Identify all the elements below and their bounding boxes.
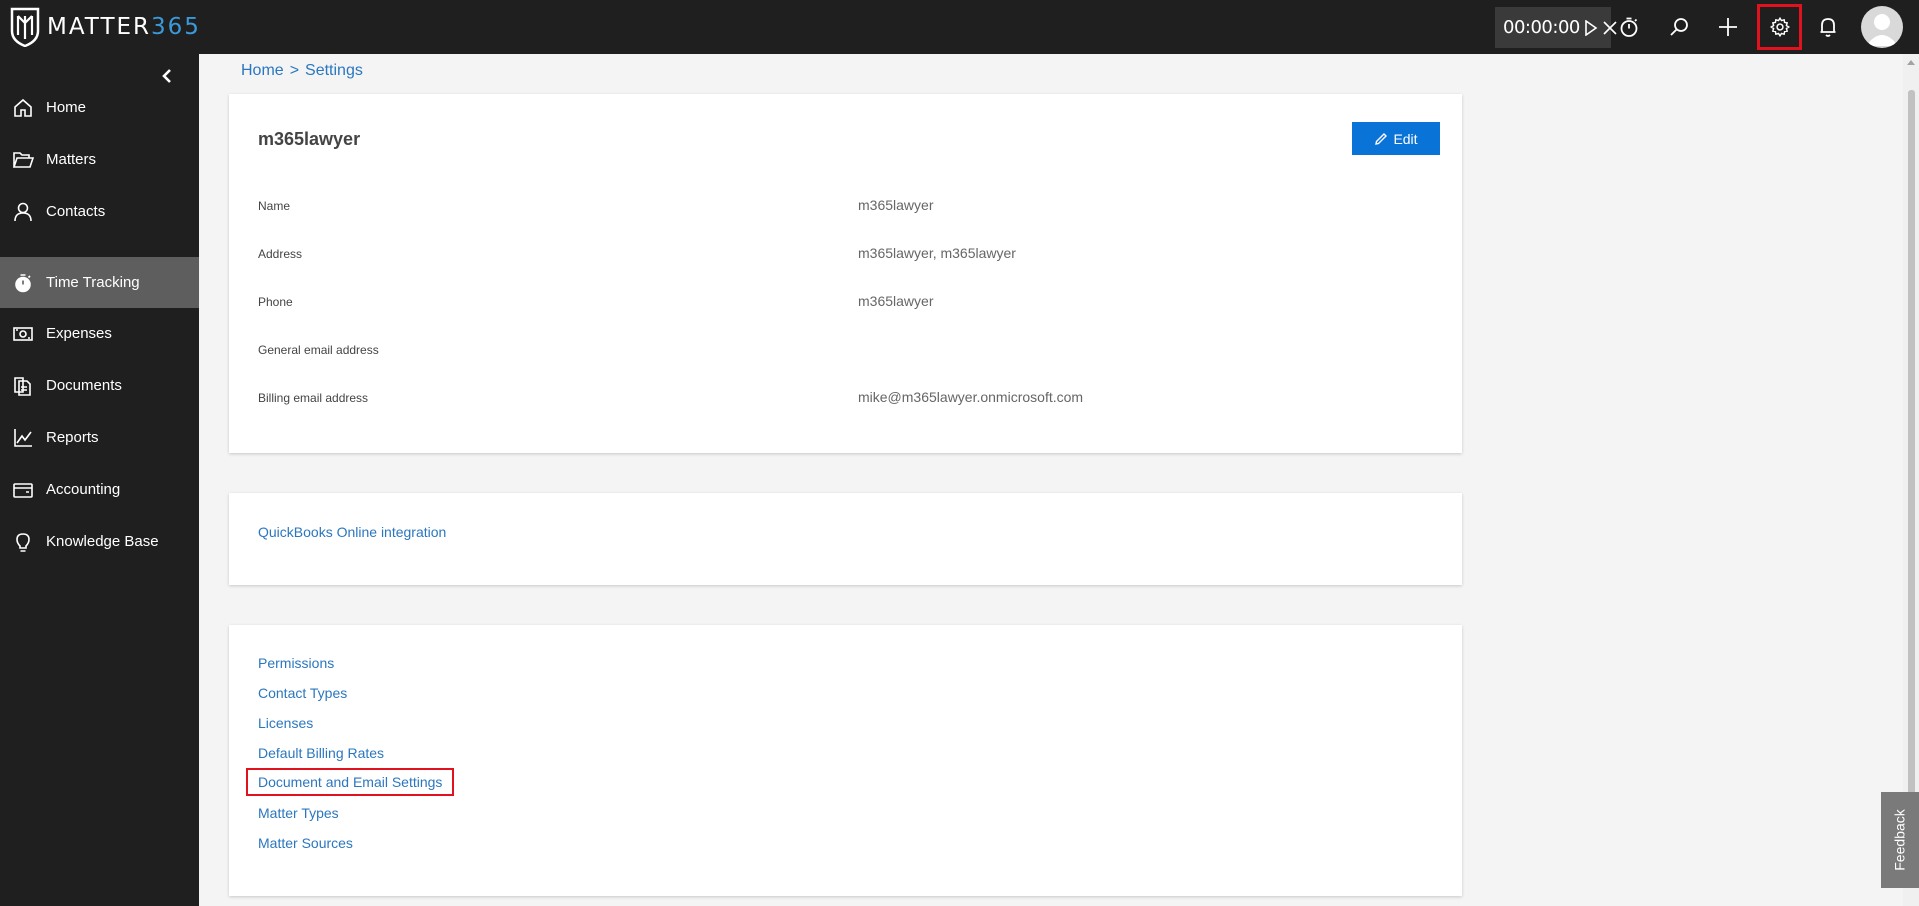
breadcrumb-current[interactable]: Settings [305, 62, 363, 79]
top-bar: MATTER365 00:00:00 [0, 0, 1919, 54]
contact-types-link[interactable]: Contact Types [258, 685, 347, 701]
breadcrumb-separator: > [289, 62, 300, 79]
sidebar-item-time-tracking[interactable]: Time Tracking [0, 257, 199, 308]
avatar[interactable] [1861, 6, 1903, 48]
field-value-billing-email: mike@m365lawyer.onmicrosoft.com [858, 389, 1084, 405]
chart-icon [11, 426, 35, 450]
field-label-name: Name [258, 199, 291, 213]
stopwatch-icon [11, 271, 35, 295]
sidebar-item-contacts[interactable]: Contacts [0, 186, 199, 237]
bell-icon[interactable] [1811, 10, 1845, 44]
scroll-up-arrow-icon[interactable] [1907, 60, 1915, 65]
stopwatch-icon[interactable] [1612, 10, 1646, 44]
sidebar-item-label: Reports [46, 429, 99, 446]
sidebar-item-label: Matters [46, 151, 97, 168]
lightbulb-icon [11, 530, 35, 554]
document-and-email-settings-link[interactable]: Document and Email Settings [245, 768, 455, 796]
wallet-icon [11, 478, 35, 502]
person-icon [11, 200, 35, 224]
organization-card: m365lawyer Edit Name m365lawyer Address … [229, 94, 1462, 453]
home-icon [11, 96, 35, 120]
logo-word-365: 365 [151, 14, 201, 40]
field-label-billing-email: Billing email address [258, 391, 369, 405]
timer-widget: 00:00:00 [1495, 7, 1617, 48]
licenses-link[interactable]: Licenses [258, 715, 313, 731]
quickbooks-integration-link[interactable]: QuickBooks Online integration [258, 524, 446, 540]
logo-text: MATTER365 [47, 14, 201, 40]
matter-types-link[interactable]: Matter Types [258, 805, 339, 821]
sidebar-item-matters[interactable]: Matters [0, 134, 199, 185]
sidebar-item-reports[interactable]: Reports [0, 412, 199, 463]
field-label-general-email: General email address [258, 343, 379, 357]
folder-open-icon [11, 148, 35, 172]
money-icon [11, 322, 35, 346]
sidebar-item-label: Time Tracking [46, 274, 140, 291]
default-billing-rates-link[interactable]: Default Billing Rates [258, 745, 384, 761]
timer-display: 00:00:00 [1503, 17, 1580, 38]
scrollbar-thumb[interactable] [1908, 90, 1915, 850]
integration-card: QuickBooks Online integration [229, 493, 1462, 585]
sidebar-item-knowledge-base[interactable]: Knowledge Base [0, 516, 199, 567]
shield-logo-icon [10, 7, 40, 47]
field-label-phone: Phone [258, 295, 293, 309]
plus-icon[interactable] [1711, 10, 1745, 44]
search-icon[interactable] [1662, 10, 1696, 44]
gear-icon[interactable] [1757, 4, 1802, 50]
sidebar-item-label: Knowledge Base [46, 533, 159, 550]
edit-button[interactable]: Edit [1352, 122, 1440, 155]
breadcrumb-home-link[interactable]: Home [241, 62, 284, 79]
edit-button-label: Edit [1393, 130, 1418, 147]
sidebar-item-expenses[interactable]: Expenses [0, 308, 199, 359]
sidebar-item-label: Accounting [46, 481, 121, 498]
sidebar-item-label: Expenses [46, 325, 112, 342]
logo[interactable]: MATTER365 [10, 0, 201, 54]
field-label-address: Address [258, 247, 303, 261]
organization-title: m365lawyer [258, 129, 361, 149]
sidebar-item-label: Home [46, 99, 87, 116]
sidebar-item-label: Documents [46, 377, 122, 394]
sidebar-item-home[interactable]: Home [0, 82, 199, 133]
breadcrumb: Home > Settings [241, 62, 363, 80]
documents-icon [11, 374, 35, 398]
sidebar-item-label: Contacts [46, 203, 106, 220]
settings-links-card: Permissions Contact Types Licenses Defau… [229, 625, 1462, 896]
vertical-scrollbar[interactable] [1903, 54, 1919, 906]
matter-sources-link[interactable]: Matter Sources [258, 835, 353, 851]
logo-word-matter: MATTER [47, 14, 151, 40]
field-value-address: m365lawyer, m365lawyer [858, 245, 1016, 261]
feedback-label: Feedback [1892, 809, 1909, 871]
pencil-icon [1375, 132, 1388, 145]
play-icon[interactable] [1584, 19, 1598, 36]
permissions-link[interactable]: Permissions [258, 655, 334, 671]
field-value-phone: m365lawyer [858, 293, 934, 309]
field-value-name: m365lawyer [858, 197, 934, 213]
sidebar-item-accounting[interactable]: Accounting [0, 464, 199, 515]
feedback-tab[interactable]: Feedback [1881, 792, 1919, 888]
sidebar: Home Matters Contacts Time Tracking Expe… [0, 54, 199, 906]
sidebar-item-documents[interactable]: Documents [0, 360, 199, 411]
